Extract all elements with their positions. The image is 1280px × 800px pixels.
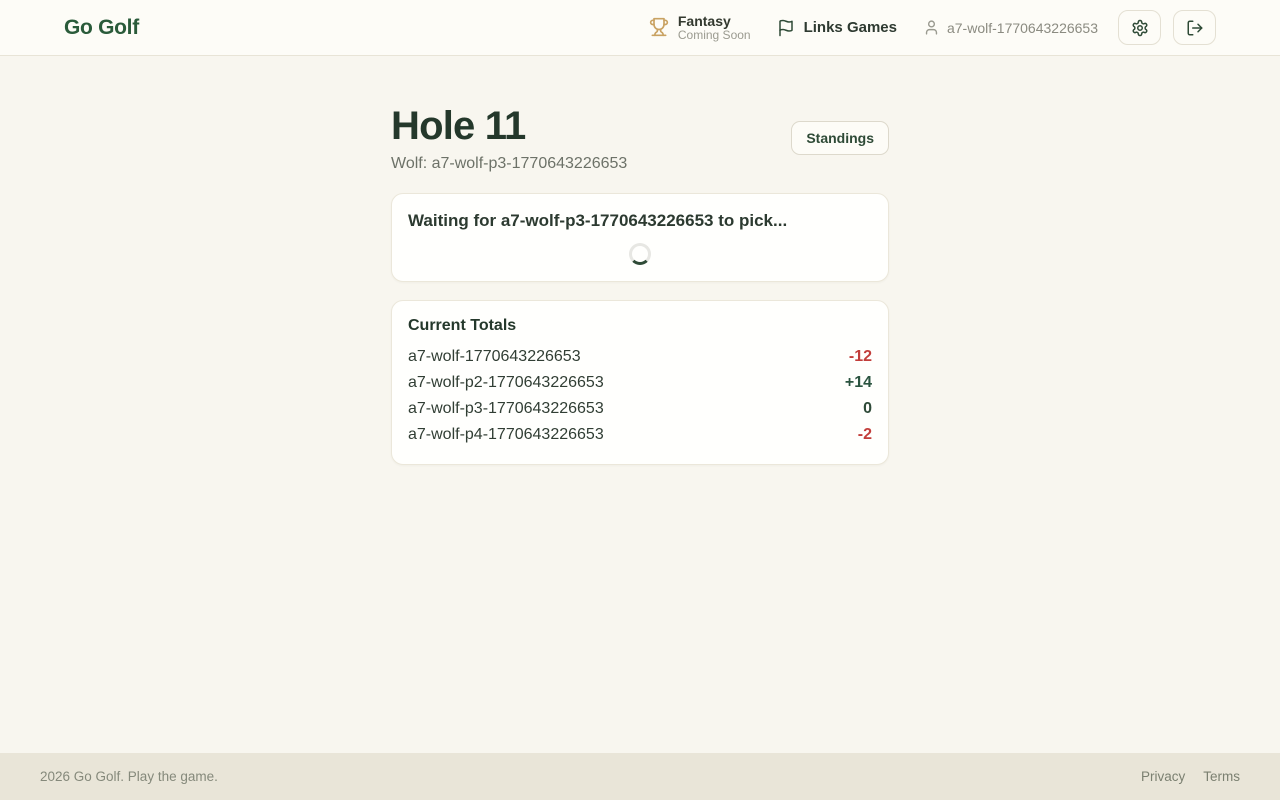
settings-button[interactable] (1118, 10, 1161, 45)
nav-item-fantasy[interactable]: Fantasy Coming Soon (649, 13, 751, 43)
spinner-wrap (408, 243, 872, 265)
title-row: Hole 11 Wolf: a7-wolf-p3-1770643226653 S… (391, 103, 889, 173)
main-content: Hole 11 Wolf: a7-wolf-p3-1770643226653 S… (0, 56, 1280, 753)
gear-icon (1131, 19, 1149, 37)
header-nav: Fantasy Coming Soon Links Games a7-wolf-… (649, 10, 1216, 45)
nav-fantasy-text: Fantasy Coming Soon (678, 13, 751, 43)
footer-copyright: 2026 Go Golf. Play the game. (40, 769, 218, 784)
app-header: Go Golf Fantasy Coming Soon (0, 0, 1280, 56)
nav-links-games-label: Links Games (804, 19, 897, 36)
waiting-card: Waiting for a7-wolf-p3-1770643226653 to … (391, 193, 889, 282)
trophy-icon (649, 17, 669, 37)
current-totals-card: Current Totals a7-wolf-1770643226653 -12… (391, 300, 889, 465)
header-buttons (1118, 10, 1216, 45)
player-score: +14 (845, 370, 872, 396)
totals-row: a7-wolf-p3-1770643226653 0 (408, 396, 872, 422)
totals-row: a7-wolf-p2-1770643226653 +14 (408, 370, 872, 396)
player-score: 0 (863, 396, 872, 422)
logout-button[interactable] (1173, 10, 1216, 45)
wolf-subtitle: Wolf: a7-wolf-p3-1770643226653 (391, 155, 627, 173)
totals-row: a7-wolf-1770643226653 -12 (408, 344, 872, 370)
player-name: a7-wolf-p3-1770643226653 (408, 396, 604, 422)
player-name: a7-wolf-p4-1770643226653 (408, 422, 604, 448)
user-icon (923, 19, 940, 36)
player-name: a7-wolf-p2-1770643226653 (408, 370, 604, 396)
totals-row: a7-wolf-p4-1770643226653 -2 (408, 422, 872, 448)
player-name: a7-wolf-1770643226653 (408, 344, 581, 370)
standings-button[interactable]: Standings (791, 121, 889, 155)
flag-icon (777, 19, 795, 37)
logo-go-golf[interactable]: Go Golf (64, 16, 139, 40)
player-score: -12 (849, 344, 872, 370)
footer-links: Privacy Terms (1141, 769, 1240, 784)
nav-fantasy-label: Fantasy (678, 13, 751, 29)
privacy-link[interactable]: Privacy (1141, 769, 1185, 784)
player-score: -2 (858, 422, 872, 448)
nav-user: a7-wolf-1770643226653 (923, 19, 1098, 36)
user-id-label: a7-wolf-1770643226653 (947, 20, 1098, 36)
nav-item-links-games[interactable]: Links Games (777, 19, 897, 37)
title-block: Hole 11 Wolf: a7-wolf-p3-1770643226653 (391, 103, 627, 173)
nav-fantasy-sublabel: Coming Soon (678, 29, 751, 43)
terms-link[interactable]: Terms (1203, 769, 1240, 784)
logout-icon (1186, 19, 1204, 37)
page-title: Hole 11 (391, 103, 627, 149)
loading-spinner (629, 243, 651, 265)
waiting-message: Waiting for a7-wolf-p3-1770643226653 to … (408, 210, 872, 233)
totals-title: Current Totals (408, 317, 872, 335)
app-footer: 2026 Go Golf. Play the game. Privacy Ter… (0, 753, 1280, 800)
